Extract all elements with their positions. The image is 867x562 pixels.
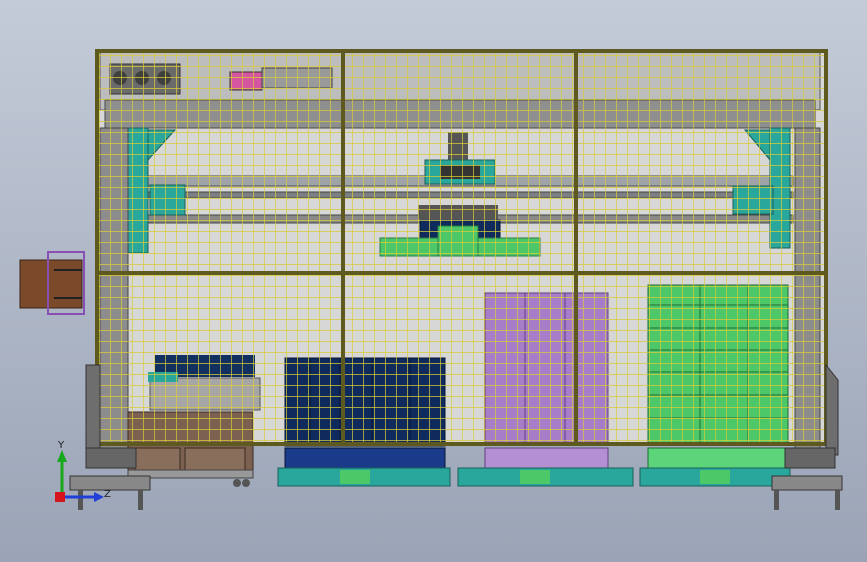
wire-mesh-guard: [95, 50, 828, 445]
machine-assembly-drawing: [19, 49, 843, 510]
y-axis-label: Y: [58, 440, 65, 451]
side-feeder-unit: [19, 251, 85, 315]
z-axis-label: Z: [104, 489, 111, 500]
